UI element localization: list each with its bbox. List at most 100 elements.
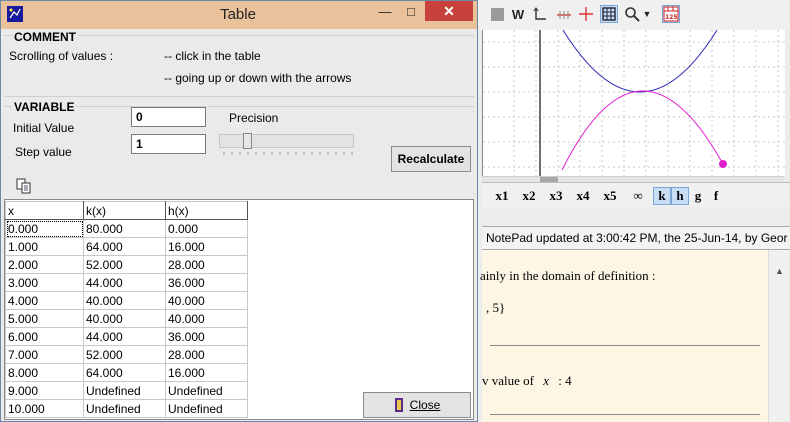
header-k[interactable]: k(x) xyxy=(83,201,166,220)
func-infinity[interactable]: ∞ xyxy=(628,187,648,205)
table-cell[interactable]: 16.000 xyxy=(165,363,248,382)
func-x4[interactable]: x4 xyxy=(573,187,593,205)
table-row[interactable]: 10.000 Undefined Undefined xyxy=(5,399,248,418)
maximize-button[interactable]: □ xyxy=(399,1,423,21)
header-x[interactable]: x xyxy=(5,201,84,220)
axes-icon[interactable] xyxy=(531,5,549,23)
notepad-scrollbar[interactable]: ▲ xyxy=(768,250,790,422)
table-cell[interactable]: 8.000 xyxy=(5,363,84,382)
table-cell[interactable]: Undefined xyxy=(83,399,166,418)
table-cell[interactable]: 36.000 xyxy=(165,273,248,292)
scroll-up-icon[interactable]: ▲ xyxy=(775,266,784,276)
table-cell[interactable]: 9.000 xyxy=(5,381,84,400)
table-cell[interactable]: 64.000 xyxy=(83,363,166,382)
table-cell[interactable]: 16.000 xyxy=(165,237,248,256)
func-x1[interactable]: x1 xyxy=(492,187,512,205)
table-cell[interactable]: 44.000 xyxy=(83,273,166,292)
table-cell[interactable]: 36.000 xyxy=(165,327,248,346)
step-value-input[interactable]: 1 xyxy=(131,134,206,154)
table-cell[interactable]: 5.000 xyxy=(5,309,84,328)
table-row[interactable]: 8.000 64.000 16.000 xyxy=(5,363,248,382)
table-cell[interactable]: 40.000 xyxy=(83,309,166,328)
svg-text:125: 125 xyxy=(665,14,678,21)
table-cell[interactable]: 80.000 xyxy=(83,219,166,238)
func-k[interactable]: k xyxy=(653,187,671,205)
table-cell[interactable]: 40.000 xyxy=(165,291,248,310)
notepad-line-3-text: v value of xyxy=(482,373,534,388)
table-cell[interactable]: 6.000 xyxy=(5,327,84,346)
table-cell[interactable]: 44.000 xyxy=(83,327,166,346)
values-table[interactable]: x k(x) h(x) 0.000 80.000 0.000 1.000 64.000 1… xyxy=(5,201,248,418)
close-button[interactable]: Close xyxy=(363,392,471,418)
table-cell[interactable]: 52.000 xyxy=(83,345,166,364)
func-f[interactable]: f xyxy=(709,187,723,205)
zoom-dropdown-chevron-icon[interactable]: ▼ xyxy=(642,5,652,23)
curve-k xyxy=(562,30,718,93)
precision-slider-thumb[interactable] xyxy=(243,133,252,149)
minimize-button[interactable]: — xyxy=(373,1,397,21)
table-row[interactable]: 0.000 80.000 0.000 xyxy=(5,219,248,238)
table-row[interactable]: 5.000 40.000 40.000 xyxy=(5,309,248,328)
door-icon xyxy=(394,398,404,412)
gray-square-icon[interactable] xyxy=(488,5,506,23)
comment-line-1: -- click in the table xyxy=(164,49,261,63)
w-tool-button[interactable]: W xyxy=(509,5,527,23)
notepad-divider-2 xyxy=(490,414,760,415)
precision-slider-ticks xyxy=(223,152,353,155)
table-cell[interactable]: 10.000 xyxy=(5,399,84,418)
curve-h xyxy=(561,90,724,171)
table-cell[interactable]: 40.000 xyxy=(165,309,248,328)
crosshair-icon[interactable] xyxy=(577,5,595,23)
initial-value-input[interactable]: 0 xyxy=(131,107,206,127)
comment-line-2: -- going up or down with the arrows xyxy=(164,71,352,85)
table-125-icon[interactable]: 125 xyxy=(662,5,680,23)
func-x2[interactable]: x2 xyxy=(519,187,539,205)
notepad-variable: x xyxy=(543,373,550,388)
table-cell[interactable]: 0.000 xyxy=(5,219,84,238)
table-header-row: x k(x) h(x) xyxy=(5,201,248,220)
horizontal-cursor-icon[interactable] xyxy=(555,5,573,23)
function-graph[interactable] xyxy=(482,30,785,176)
grid-icon[interactable] xyxy=(600,5,618,23)
func-h[interactable]: h xyxy=(671,187,689,205)
variable-heading: VARIABLE xyxy=(12,100,77,114)
table-cell[interactable]: 0.000 xyxy=(165,219,248,238)
precision-slider-track[interactable] xyxy=(219,134,354,148)
window-close-button[interactable]: ✕ xyxy=(425,1,473,21)
table-row[interactable]: 6.000 44.000 36.000 xyxy=(5,327,248,346)
recalculate-button[interactable]: Recalculate xyxy=(391,146,471,172)
func-x5[interactable]: x5 xyxy=(600,187,620,205)
table-cell[interactable]: Undefined xyxy=(165,399,248,418)
table-cell[interactable]: Undefined xyxy=(83,381,166,400)
curve-h-endpoint[interactable] xyxy=(719,160,727,168)
table-row[interactable]: 7.000 52.000 28.000 xyxy=(5,345,248,364)
copy-icon[interactable] xyxy=(16,178,32,194)
table-cell[interactable]: 28.000 xyxy=(165,255,248,274)
table-cell[interactable]: 4.000 xyxy=(5,291,84,310)
table-cell[interactable]: 2.000 xyxy=(5,255,84,274)
comment-heading: COMMENT xyxy=(12,30,78,44)
table-cell[interactable]: 52.000 xyxy=(83,255,166,274)
table-cell[interactable]: 64.000 xyxy=(83,237,166,256)
zoom-icon[interactable] xyxy=(623,5,641,23)
graph-toolbar: W ▼ 125 xyxy=(478,0,790,30)
comment-label: Scrolling of values : xyxy=(9,49,114,63)
table-cell[interactable]: Undefined xyxy=(165,381,248,400)
function-bar: x1 x2 x3 x4 x5 ∞ k h g f xyxy=(482,182,790,207)
table-row[interactable]: 2.000 52.000 28.000 xyxy=(5,255,248,274)
table-cell[interactable]: 40.000 xyxy=(83,291,166,310)
table-cell[interactable]: 1.000 xyxy=(5,237,84,256)
table-cell[interactable]: 7.000 xyxy=(5,345,84,364)
table-cell[interactable]: 28.000 xyxy=(165,345,248,364)
table-row[interactable]: 1.000 64.000 16.000 xyxy=(5,237,248,256)
notepad-status-bar: NotePad updated at 3:00:42 PM, the 25-Ju… xyxy=(482,226,790,250)
step-value-label: Step value xyxy=(15,145,72,159)
initial-value-label: Initial Value xyxy=(13,121,75,135)
func-x3[interactable]: x3 xyxy=(546,187,566,205)
func-g[interactable]: g xyxy=(691,187,705,205)
table-row[interactable]: 3.000 44.000 36.000 xyxy=(5,273,248,292)
table-cell[interactable]: 3.000 xyxy=(5,273,84,292)
table-row[interactable]: 9.000 Undefined Undefined xyxy=(5,381,248,400)
header-h[interactable]: h(x) xyxy=(165,201,248,220)
table-row[interactable]: 4.000 40.000 40.000 xyxy=(5,291,248,310)
